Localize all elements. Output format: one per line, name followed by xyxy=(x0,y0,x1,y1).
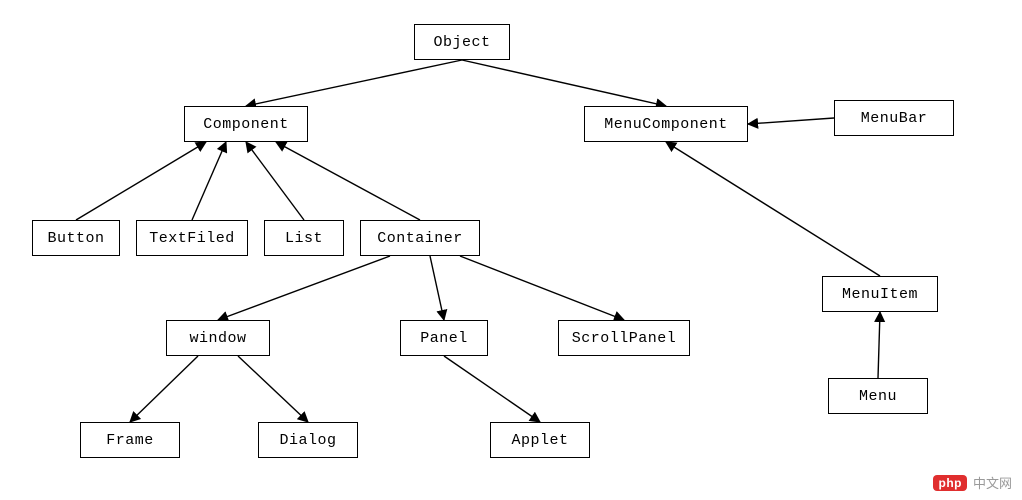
edge-menuitem-to-menucomponent xyxy=(666,142,880,276)
edge-list-to-component xyxy=(246,142,304,220)
node-label: Frame xyxy=(106,432,154,449)
node-label: MenuComponent xyxy=(604,116,728,133)
edge-container-to-component xyxy=(276,142,420,220)
watermark-text: 中文网 xyxy=(973,473,1012,492)
node-menuitem: MenuItem xyxy=(822,276,938,312)
edge-textfiled-to-component xyxy=(192,142,226,220)
node-label: window xyxy=(189,330,246,347)
node-container: Container xyxy=(360,220,480,256)
node-component: Component xyxy=(184,106,308,142)
node-label: Panel xyxy=(420,330,468,347)
node-menubar: MenuBar xyxy=(834,100,954,136)
edge-panel-to-applet xyxy=(444,356,540,422)
diagram-root: { "nodes": { "object": { "label": "Objec… xyxy=(0,0,1022,500)
edge-container-to-window xyxy=(218,256,390,320)
edge-menu-to-menuitem xyxy=(878,312,880,378)
edge-container-to-scrollpanel xyxy=(460,256,624,320)
node-label: Dialog xyxy=(279,432,336,449)
node-textfiled: TextFiled xyxy=(136,220,248,256)
node-menu: Menu xyxy=(828,378,928,414)
node-label: Button xyxy=(47,230,104,247)
node-label: Applet xyxy=(511,432,568,449)
node-applet: Applet xyxy=(490,422,590,458)
node-list: List xyxy=(264,220,344,256)
node-button: Button xyxy=(32,220,120,256)
edge-object-to-component xyxy=(246,60,462,106)
node-dialog: Dialog xyxy=(258,422,358,458)
node-label: TextFiled xyxy=(149,230,235,247)
node-label: MenuItem xyxy=(842,286,918,303)
node-label: Component xyxy=(203,116,289,133)
edge-window-to-frame xyxy=(130,356,198,422)
node-label: ScrollPanel xyxy=(572,330,677,347)
node-label: List xyxy=(285,230,323,247)
edge-object-to-menucomponent xyxy=(462,60,666,106)
edge-button-to-component xyxy=(76,142,206,220)
node-panel: Panel xyxy=(400,320,488,356)
watermark-badge: php xyxy=(933,475,967,491)
node-label: Container xyxy=(377,230,463,247)
node-label: MenuBar xyxy=(861,110,928,127)
node-menucomponent: MenuComponent xyxy=(584,106,748,142)
node-window: window xyxy=(166,320,270,356)
edge-window-to-dialog xyxy=(238,356,308,422)
node-scrollpanel: ScrollPanel xyxy=(558,320,690,356)
node-object: Object xyxy=(414,24,510,60)
edge-container-to-panel xyxy=(430,256,444,320)
node-label: Object xyxy=(433,34,490,51)
node-frame: Frame xyxy=(80,422,180,458)
watermark: php 中文网 xyxy=(933,473,1012,492)
node-label: Menu xyxy=(859,388,897,405)
edge-menubar-to-menucomponent xyxy=(748,118,834,124)
